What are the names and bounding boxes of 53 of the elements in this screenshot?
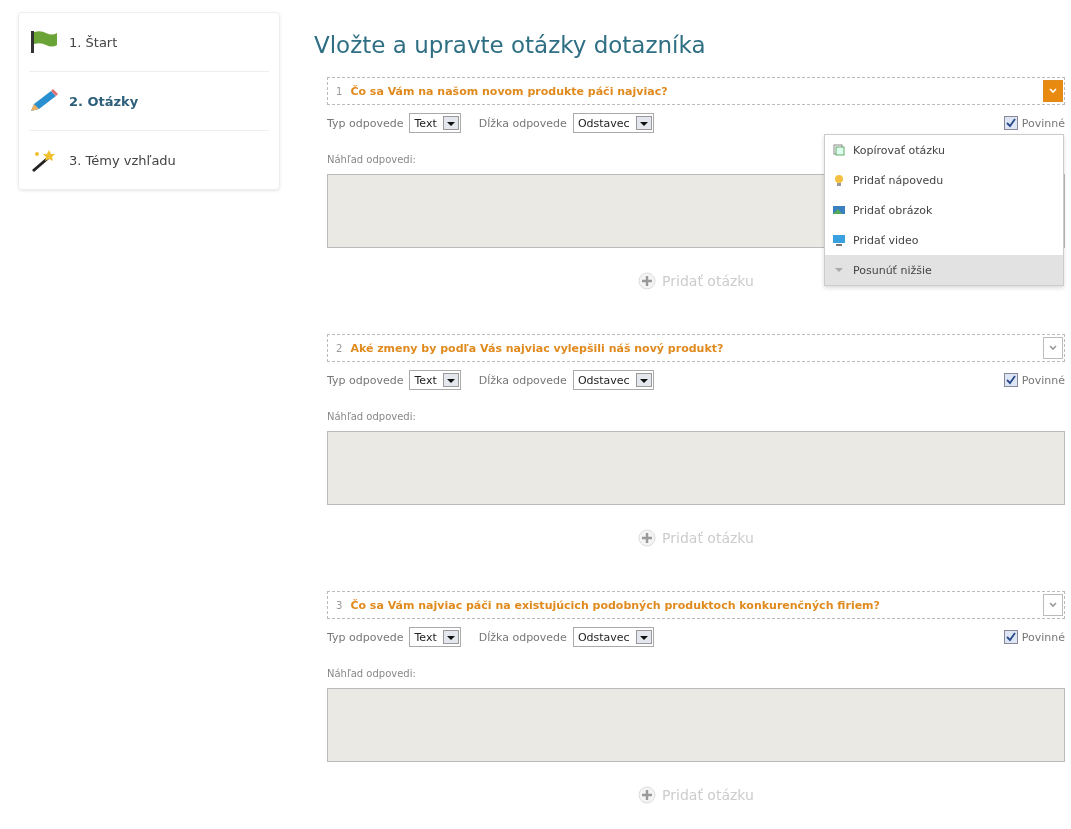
menu-item[interactable]: Posunúť nižšie	[825, 255, 1063, 285]
preview-label: Náhľad odpovedi:	[327, 154, 417, 165]
plus-icon	[638, 272, 657, 290]
sidebar-item[interactable]: 1. Štart	[29, 13, 269, 72]
menu-item-label: Posunúť nižšie	[853, 263, 932, 277]
question-number: 2	[336, 342, 343, 354]
required-checkbox[interactable]	[1003, 116, 1018, 130]
menu-item[interactable]: Kopírovať otázku	[825, 135, 1063, 165]
pencil-icon	[29, 89, 59, 113]
lightbulb-icon	[833, 174, 845, 186]
flag-icon	[29, 30, 59, 54]
answer-type-select[interactable]: Text	[409, 113, 461, 133]
chevron-down-icon	[1048, 601, 1058, 609]
field-label: Typ odpovede	[327, 116, 404, 130]
plus-icon	[638, 786, 657, 804]
question-number: 3	[336, 599, 343, 611]
sidebar-item[interactable]: 2. Otázky	[29, 72, 269, 131]
preview-label: Náhľad odpovedi:	[327, 668, 417, 679]
field-label: Typ odpovede	[327, 630, 404, 644]
sidebar-item[interactable]: 3. Témy vzhľadu	[29, 131, 269, 189]
chevron-down-icon	[1048, 344, 1058, 352]
menu-item-label: Pridať video	[853, 233, 919, 247]
field-label: Typ odpovede	[327, 373, 404, 387]
menu-item[interactable]: Pridať video	[825, 225, 1063, 255]
field-label: Dĺžka odpovede	[478, 116, 567, 130]
menu-item-label: Pridať obrázok	[853, 203, 933, 217]
answer-length-select[interactable]: Odstavec	[572, 113, 654, 133]
page-title: Vložte a upravte otázky dotazníka	[314, 32, 707, 58]
answer-length-select[interactable]: Odstavec	[572, 370, 654, 390]
required-checkbox[interactable]	[1003, 630, 1018, 644]
required-checkbox[interactable]	[1003, 373, 1018, 387]
chevron-down-icon	[1048, 87, 1058, 95]
required-label: Povinné	[1021, 373, 1065, 387]
field-label: Dĺžka odpovede	[478, 630, 567, 644]
menu-item-label: Kopírovať otázku	[853, 143, 946, 157]
menu-item-label: Pridať nápovedu	[853, 173, 944, 187]
menu-item[interactable]: Pridať nápovedu	[825, 165, 1063, 195]
question-number: 1	[336, 85, 343, 97]
question-text: Aké zmeny by podľa Vás najviac vylepšili náš nový produkt?	[350, 341, 725, 355]
answer-type-select[interactable]: Text	[409, 627, 461, 647]
question-text: Čo sa Vám najviac páči na existujúcich podobných produktoch konkurenčných firiem?	[350, 598, 881, 612]
question-text: Čo sa Vám na našom novom produkte páči najviac?	[350, 84, 669, 98]
required-label: Povinné	[1021, 116, 1065, 130]
answer-type-select[interactable]: Text	[409, 370, 461, 390]
image-icon	[833, 204, 845, 216]
menu-item[interactable]: Pridať obrázok	[825, 195, 1063, 225]
copy-icon	[833, 144, 845, 156]
monitor-icon	[833, 234, 845, 246]
plus-icon	[638, 529, 657, 547]
answer-length-select[interactable]: Odstavec	[572, 627, 654, 647]
field-label: Dĺžka odpovede	[478, 373, 567, 387]
required-label: Povinné	[1021, 630, 1065, 644]
preview-label: Náhľad odpovedi:	[327, 411, 417, 422]
